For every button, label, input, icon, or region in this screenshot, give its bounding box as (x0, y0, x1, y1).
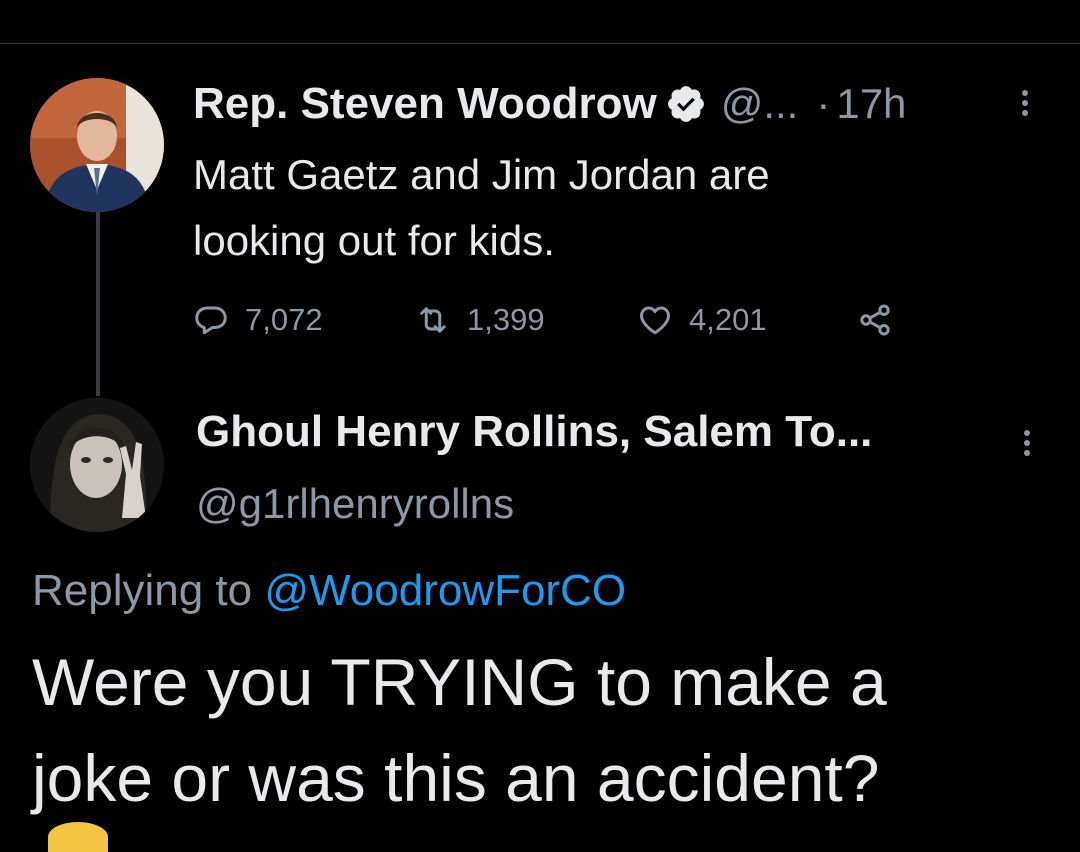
thread-connector (96, 212, 100, 396)
tweet-text-line: looking out for kids. (193, 217, 555, 264)
tweet-text: Matt Gaetz and Jim Jordan are looking ou… (193, 142, 1023, 274)
avatar[interactable] (30, 78, 164, 212)
share-icon (860, 304, 890, 336)
like-count: 4,201 (689, 302, 767, 337)
reply-icon (195, 306, 227, 335)
heart-icon (640, 306, 670, 335)
more-options-icon[interactable] (1020, 86, 1030, 120)
avatar[interactable] (30, 398, 164, 532)
author-handle[interactable]: @... (721, 80, 799, 128)
separator-dot: · (816, 80, 831, 127)
tweet-text-line: Were you TRYING to make a (32, 645, 887, 719)
verified-badge-icon (667, 86, 704, 122)
tweet-text-line: joke or was this an accident? (32, 741, 880, 815)
reply-tweet-text: Were you TRYING to make a joke or was th… (32, 634, 1052, 826)
retweet-icon (420, 307, 446, 333)
like-button[interactable]: 4,201 (637, 298, 767, 342)
tweet-text-line: Matt Gaetz and Jim Jordan are (193, 151, 770, 198)
timestamp[interactable]: 17h (836, 80, 906, 128)
tweet-actions: 7,072 1,399 4,201 (193, 298, 953, 342)
retweet-count: 1,399 (467, 302, 545, 337)
avatar-photo (30, 78, 164, 212)
more-options-icon[interactable] (1022, 426, 1032, 460)
author-name[interactable]: Rep. Steven Woodrow (193, 79, 657, 129)
replying-to-label: Replying to (32, 566, 253, 615)
mention-link[interactable]: @WoodrowForCO (264, 566, 626, 615)
retweet-button[interactable]: 1,399 (415, 298, 545, 342)
author-name[interactable]: Ghoul Henry Rollins, Salem To... (196, 407, 872, 457)
avatar-photo (30, 398, 164, 532)
emoji-icon (48, 822, 108, 852)
reply-button[interactable]: 7,072 (193, 298, 323, 342)
author-handle[interactable]: @g1rlhenryrollns (196, 480, 514, 528)
top-divider (0, 43, 1080, 44)
reply-count: 7,072 (245, 302, 323, 337)
replying-to: Replying to @WoodrowForCO (32, 566, 626, 616)
tweet-header: Rep. Steven Woodrow @... · 17h (193, 78, 1048, 130)
share-button[interactable] (857, 298, 909, 342)
